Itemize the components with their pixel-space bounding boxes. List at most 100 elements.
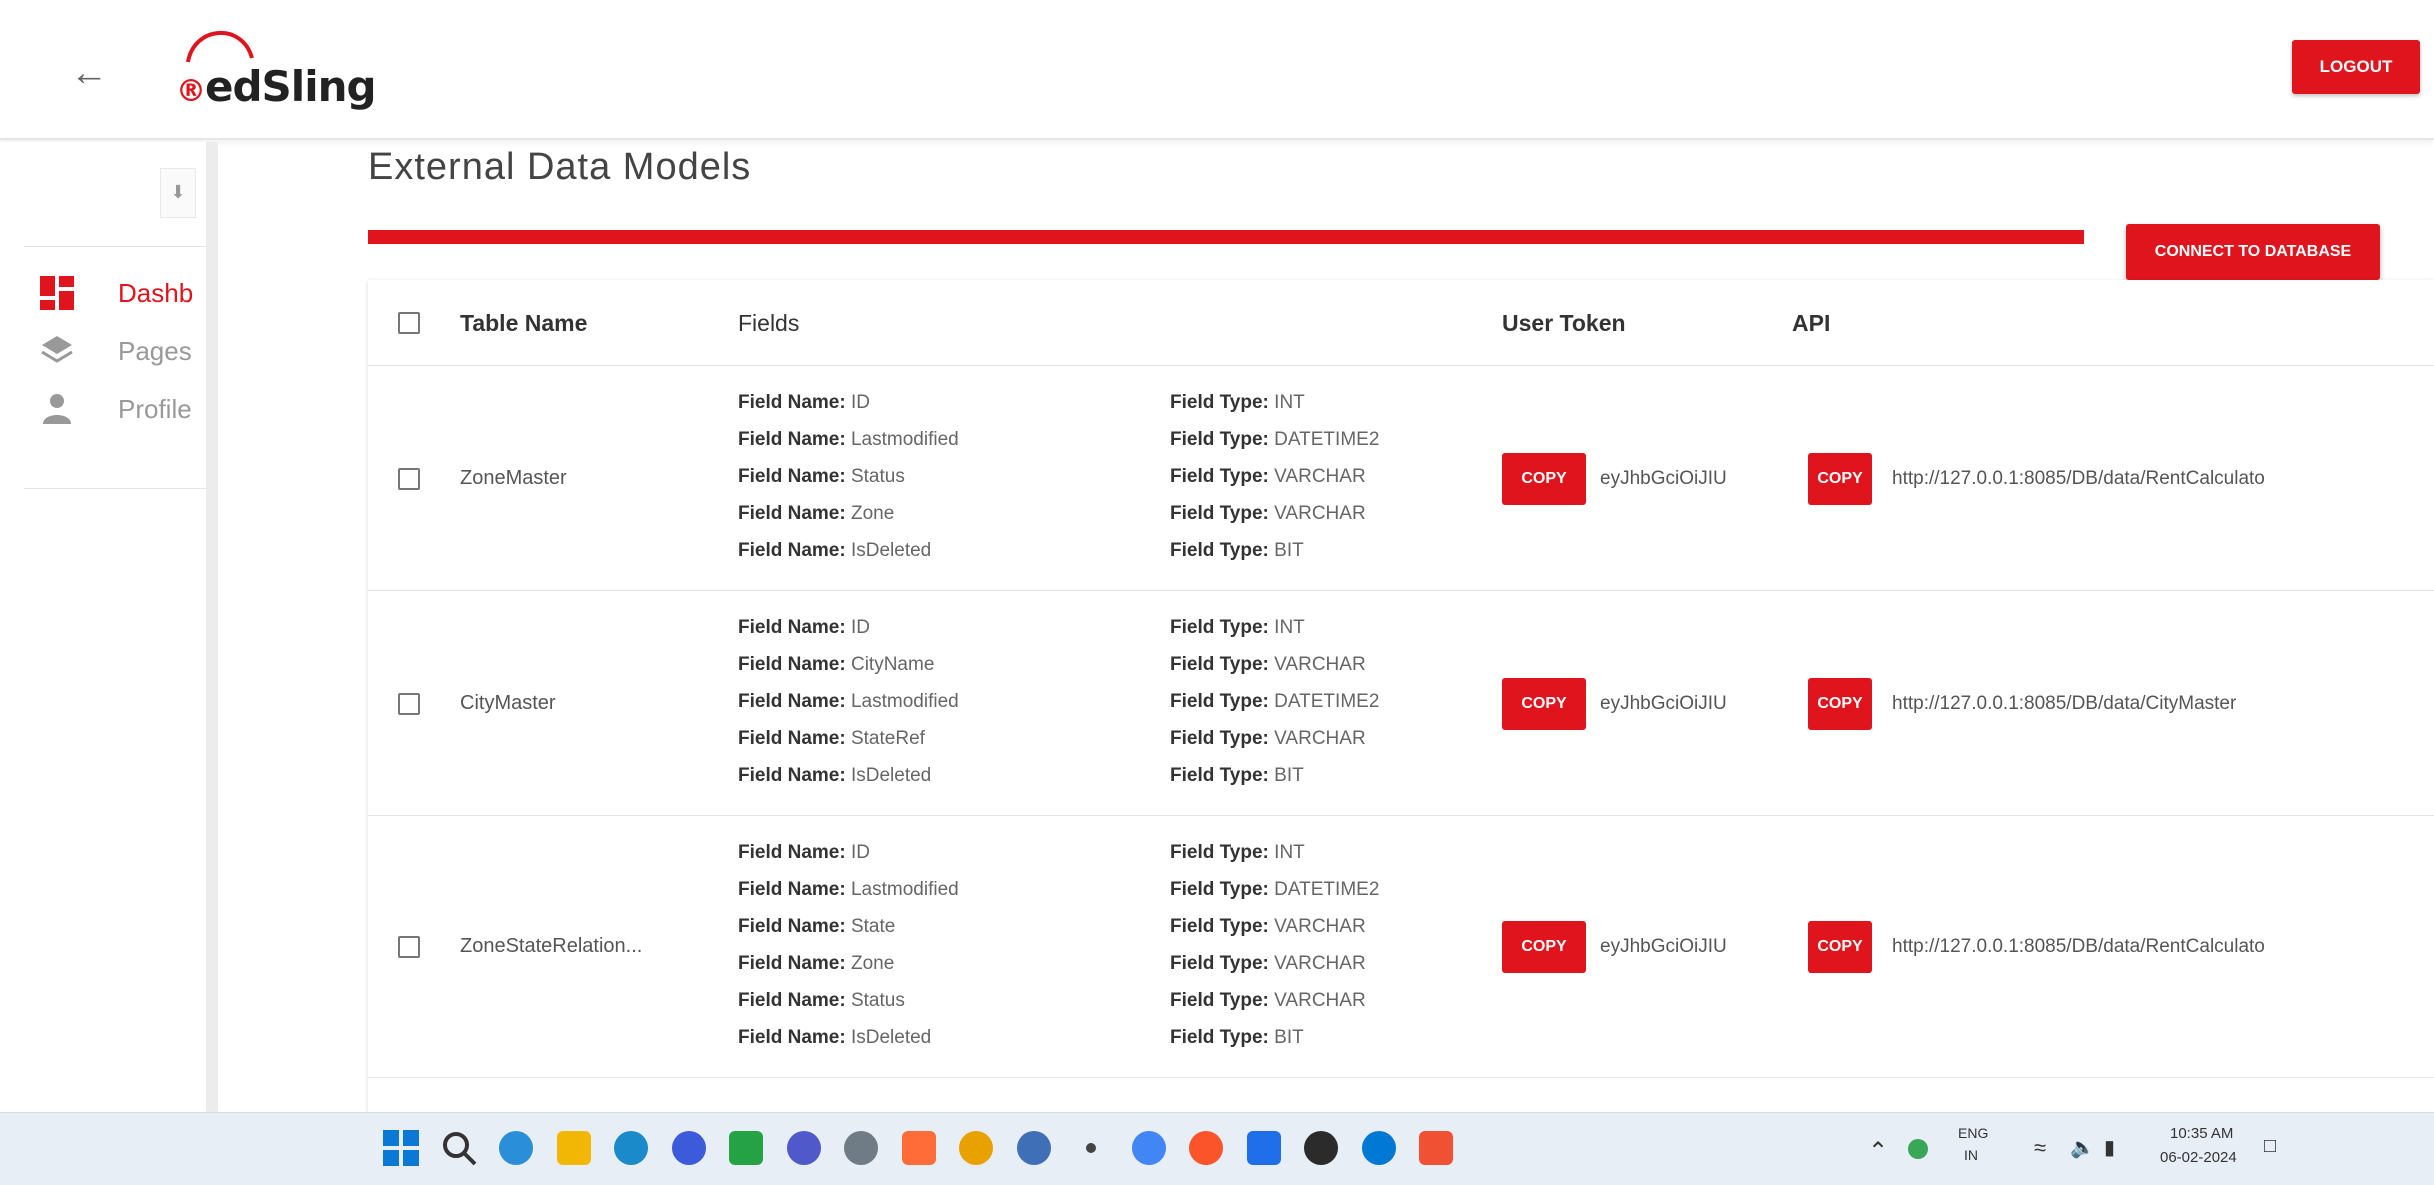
table-name-cell: ZoneMaster	[460, 466, 567, 489]
field-name-list: Field Name: ID Field Name: Lastmodified Fi…	[738, 384, 959, 569]
dashboard-icon	[40, 276, 74, 310]
field-name-line: Field Name: ID	[738, 609, 959, 646]
column-header-user-token: User Token	[1502, 310, 1626, 336]
connect-to-database-button[interactable]: CONNECT TO DATABASE	[2126, 224, 2380, 280]
whatsapp-icon[interactable]	[725, 1127, 767, 1169]
field-name-line: Field Name: Lastmodified	[738, 871, 959, 908]
field-type-value: VARCHAR	[1274, 654, 1366, 675]
field-name-line: Field Name: Zone	[738, 495, 959, 532]
field-type-label: Field Type:	[1170, 540, 1269, 561]
field-name-label: Field Name:	[738, 765, 846, 786]
copy-api-button[interactable]: COPY	[1808, 452, 1872, 505]
field-name-list: Field Name: ID Field Name: Lastmodified Fi…	[738, 834, 959, 1056]
field-name-label: Field Name:	[738, 916, 846, 937]
brave-icon[interactable]	[1185, 1127, 1227, 1169]
table-header: Table Name Fields User Token API	[368, 280, 2434, 366]
wifi-icon[interactable]: ≈	[2034, 1135, 2046, 1161]
column-header-api: API	[1792, 310, 1831, 336]
field-type-value: DATETIME2	[1274, 429, 1380, 450]
copy-api-button[interactable]: COPY	[1808, 921, 1872, 973]
copy-token-button[interactable]: COPY	[1502, 452, 1586, 505]
row-checkbox[interactable]	[398, 467, 420, 490]
clock-time[interactable]: 10:35 AM	[2170, 1125, 2233, 1142]
chrome-icon[interactable]	[1128, 1127, 1170, 1169]
pin-icon[interactable]: ⬇	[160, 168, 196, 218]
sidebar-item-pages[interactable]: Pages	[40, 328, 210, 378]
field-name-value: IsDeleted	[850, 765, 932, 786]
field-name-label: Field Name:	[738, 728, 846, 749]
notepad-icon[interactable]	[1013, 1127, 1055, 1169]
clock-date[interactable]: 06-02-2024	[2160, 1149, 2237, 1166]
field-type-line: Field Type: DATETIME2	[1170, 871, 1379, 908]
edge-icon[interactable]	[610, 1127, 652, 1169]
git-icon[interactable]	[1415, 1127, 1457, 1169]
file-explorer-icon[interactable]	[553, 1127, 595, 1169]
volume-icon[interactable]: 🔈	[2070, 1135, 2095, 1160]
field-name-label: Field Name:	[738, 1027, 846, 1048]
row-checkbox[interactable]	[398, 936, 420, 958]
field-type-label: Field Type:	[1170, 466, 1269, 487]
api-url-cell: http://127.0.0.1:8085/DB/data/CityMaster	[1892, 692, 2237, 714]
field-name-line: Field Name: ID	[738, 834, 959, 871]
field-name-line: Field Name: StateRef	[738, 720, 959, 757]
field-type-label: Field Type:	[1170, 691, 1269, 712]
language-indicator[interactable]: ENG	[1958, 1125, 1988, 1141]
windows-start-icon[interactable]	[380, 1127, 422, 1169]
field-type-value: INT	[1274, 392, 1305, 413]
postman-icon[interactable]	[898, 1127, 940, 1169]
field-type-line: Field Type: VARCHAR	[1170, 945, 1379, 982]
field-type-label: Field Type:	[1170, 1027, 1269, 1048]
field-name-value: Status	[850, 466, 905, 487]
field-name-value: Zone	[850, 503, 895, 524]
field-type-label: Field Type:	[1170, 429, 1269, 450]
field-type-label: Field Type:	[1170, 654, 1269, 675]
logo-swoosh	[186, 31, 254, 63]
api-url-cell: http://127.0.0.1:8085/DB/data/RentCalcul…	[1892, 467, 2265, 489]
field-name-line: Field Name: CityName	[738, 646, 959, 683]
data-models-table: Table Name Fields User Token API ZoneMas…	[368, 280, 2434, 1112]
settings-icon[interactable]	[840, 1127, 882, 1169]
dot-icon[interactable]	[1070, 1127, 1112, 1169]
vscode-icon[interactable]	[1358, 1127, 1400, 1169]
arrow-left-icon[interactable]: ←	[70, 52, 108, 95]
field-name-value: CityName	[850, 654, 935, 675]
field-type-value: DATETIME2	[1274, 879, 1380, 900]
field-type-line: Field Type: DATETIME2	[1170, 683, 1379, 720]
terminal-icon[interactable]	[668, 1127, 710, 1169]
user-token-cell: eyJhbGciOiJIU	[1600, 467, 1727, 489]
search-icon[interactable]	[438, 1127, 480, 1169]
field-name-line: Field Name: IsDeleted	[738, 532, 959, 569]
field-name-value: StateRef	[850, 728, 925, 749]
field-type-value: VARCHAR	[1274, 953, 1366, 974]
chrome-icon[interactable]	[955, 1127, 997, 1169]
field-type-label: Field Type:	[1170, 728, 1269, 749]
field-type-value: VARCHAR	[1274, 916, 1366, 937]
notification-icon[interactable]: □	[2264, 1135, 2276, 1158]
sidebar-item-profile[interactable]: Profile	[40, 386, 210, 436]
user-token-cell: eyJhbGciOiJIU	[1600, 936, 1727, 957]
copy-api-button[interactable]: COPY	[1808, 677, 1872, 730]
row-checkbox[interactable]	[398, 692, 420, 715]
teams-icon[interactable]	[783, 1127, 825, 1169]
field-type-line: Field Type: DATETIME2	[1170, 421, 1379, 458]
mail-icon[interactable]	[1300, 1127, 1342, 1169]
copy-token-button[interactable]: COPY	[1502, 677, 1586, 730]
field-type-label: Field Type:	[1170, 990, 1269, 1011]
logout-button[interactable]: LOGOUT	[2292, 40, 2420, 94]
region-indicator[interactable]: IN	[1964, 1147, 1978, 1163]
logo: ®edSling	[166, 18, 377, 111]
app-tray-icon[interactable]	[1904, 1135, 1932, 1163]
field-type-label: Field Type:	[1170, 765, 1269, 786]
chevron-up-icon[interactable]: ⌃	[1868, 1137, 1888, 1166]
sidebar-item-dashboard[interactable]: Dashb	[40, 270, 210, 320]
copy-token-button[interactable]: COPY	[1502, 921, 1586, 973]
table-name-cell: CityMaster	[460, 691, 556, 714]
battery-icon[interactable]: ▮	[2104, 1135, 2115, 1160]
api-url-cell: http://127.0.0.1:8085/DB/data/RentCalcul…	[1892, 936, 2265, 957]
jetbrains-icon[interactable]	[1243, 1127, 1285, 1169]
widgets-icon[interactable]	[495, 1127, 537, 1169]
field-type-value: VARCHAR	[1274, 466, 1366, 487]
field-name-label: Field Name:	[738, 990, 846, 1011]
select-all-checkbox[interactable]	[398, 312, 420, 334]
field-type-label: Field Type:	[1170, 503, 1269, 524]
